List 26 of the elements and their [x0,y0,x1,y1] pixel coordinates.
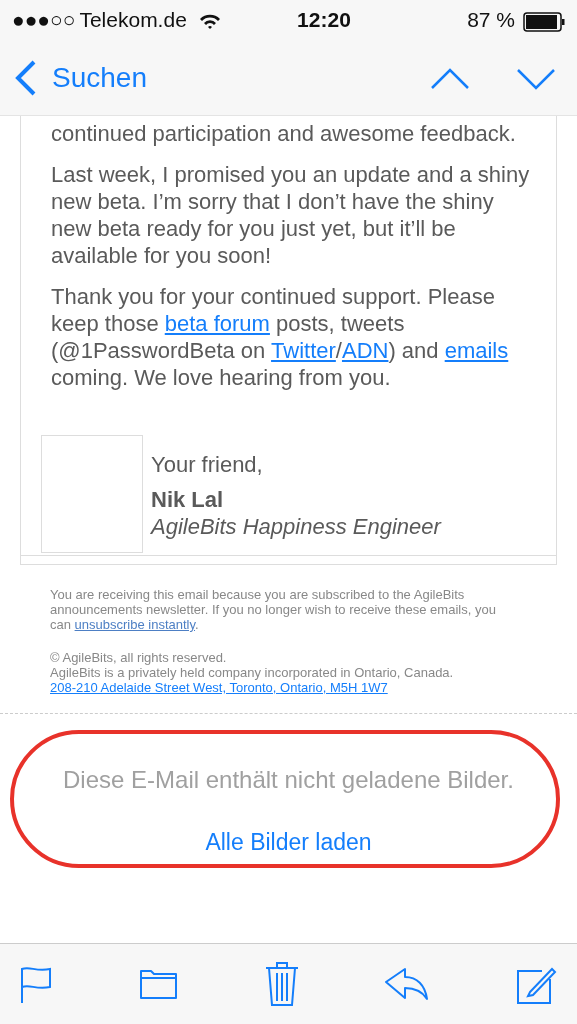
battery-percent: 87 % [467,7,515,34]
back-button[interactable]: Suchen [14,56,147,99]
link[interactable]: beta forum [164,311,270,336]
status-time: 12:20 [297,7,351,34]
link[interactable]: unsubscribe instantly [74,617,195,632]
signal-strength: ●●●○○ [12,7,76,34]
trash-button[interactable] [264,961,299,1007]
carrier-name: Telekom.de [79,7,187,34]
footer-text: © AgileBits, all rights reserved. AgileBits is a privately held company incorporated in Ontario, Canada. 208-210 Adelaide Street West, Toronto, Ontario, M5H 1W7 [50,650,455,695]
reply-button[interactable] [383,967,430,1001]
link[interactable]: emails [444,338,509,363]
signature-greeting: Your friend, [151,451,264,478]
link[interactable]: Twitter [271,338,336,363]
flag-button[interactable] [20,964,54,1004]
load-images-button[interactable]: Alle Bilder laden [199,824,378,861]
notice-message: Diese E-Mail enthält nicht geladene Bilder. [62,765,515,795]
paragraph: Last week, I promised you an update and a shiny new beta. I’m sorry that I don’t have the shiny new beta ready for you just yet, but it’ll be available for you soon! [51,161,530,269]
signature-name: Nik Lal [151,486,225,513]
footer-text: You are receiving this email because you are subscribed to the AgileBits announcements newsletter. If you no longer wish to receive these emails, you can unsubscribe instantly. [50,587,497,632]
paragraph: continued participation and awesome feedback. [51,120,517,147]
signature-title: AgileBits Happiness Engineer [151,513,441,540]
folder-button[interactable] [139,968,180,1000]
back-chevron-icon [14,59,36,96]
paragraph: Thank you for your continued support. Please keep those beta forum posts, tweets (@1PasswordBeta on Twitter/ADN) and emails coming. We love hearing from you. [51,283,510,391]
link[interactable]: ADN [341,338,389,363]
link[interactable]: 208-210 Adelaide Street West, Toronto, Ontario, M5H 1W7 [50,680,388,695]
